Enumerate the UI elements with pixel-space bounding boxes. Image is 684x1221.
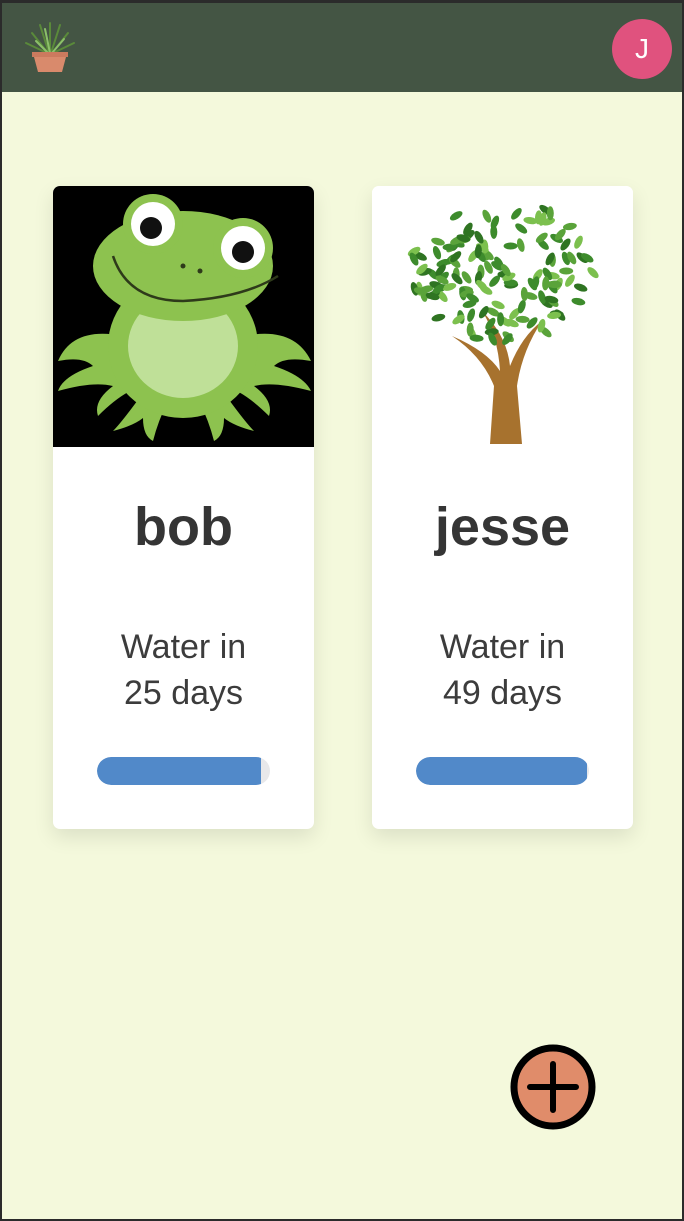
potted-plant-icon[interactable]: [22, 17, 78, 77]
water-label: Water in: [120, 628, 247, 666]
water-label: Water in: [439, 628, 566, 666]
user-avatar[interactable]: J: [612, 19, 672, 79]
tree-image: [372, 186, 633, 447]
plant-name: jesse: [434, 497, 571, 557]
plant-card-bob[interactable]: bob Water in 25 days: [53, 186, 314, 829]
frog-image: [53, 186, 314, 447]
water-progress-fill: [416, 757, 588, 785]
plant-name: bob: [134, 497, 233, 557]
water-days: 25 days: [123, 674, 244, 712]
plant-card-jesse[interactable]: jesse Water in 49 days: [372, 186, 633, 829]
water-schedule: Water in 49 days: [372, 624, 633, 716]
water-progress-bar: [97, 757, 270, 785]
water-progress-fill: [97, 757, 262, 785]
add-plant-button[interactable]: [510, 1044, 596, 1130]
water-schedule: Water in 25 days: [53, 624, 314, 716]
water-progress-bar: [416, 757, 589, 785]
water-days: 49 days: [442, 674, 563, 712]
top-bar: J: [2, 3, 682, 92]
